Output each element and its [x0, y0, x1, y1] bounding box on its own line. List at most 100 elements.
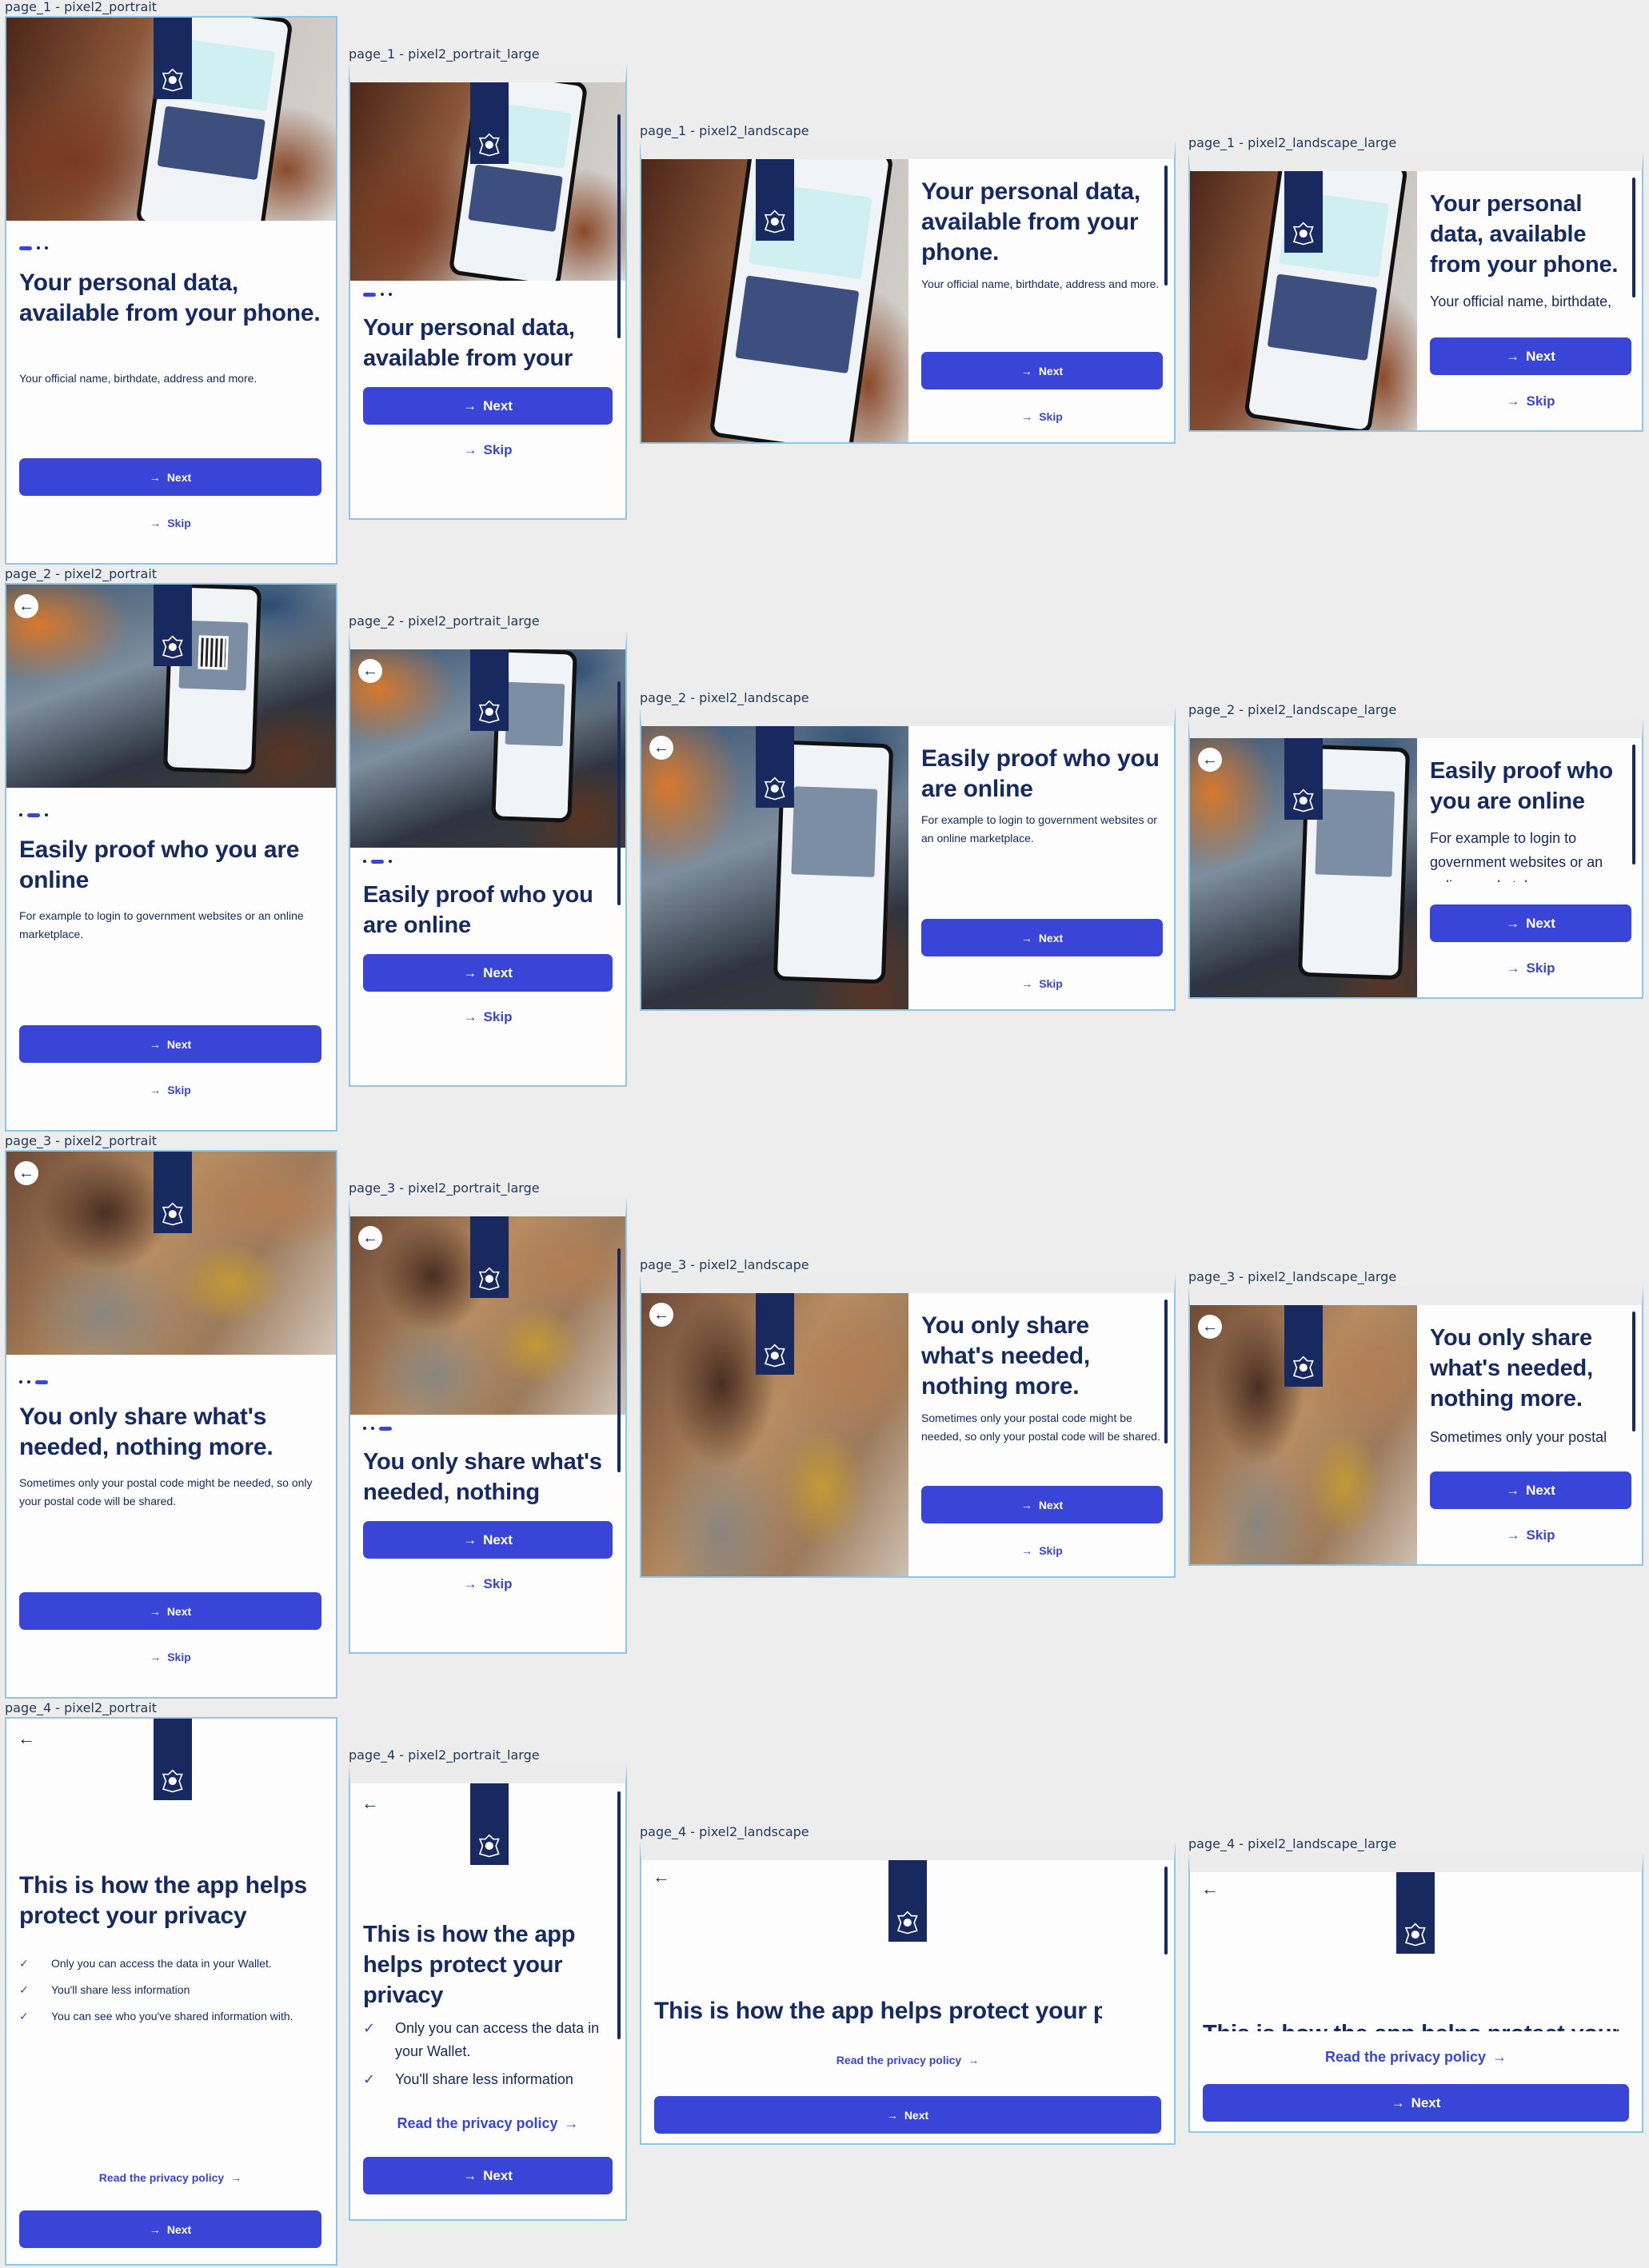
next-button-label: Next — [166, 470, 192, 484]
arrow-right-icon: → — [149, 1037, 161, 1051]
list-item-text: Only you can access the data in your Wal… — [51, 1957, 272, 1970]
skip-button[interactable]: → Skip — [1430, 952, 1631, 984]
device-screen: ← This is how the app helps protect your… — [640, 1841, 1176, 2145]
back-button[interactable]: ← — [358, 1226, 382, 1250]
scrollbar[interactable] — [1632, 1312, 1635, 1431]
next-button[interactable]: → Next — [363, 2157, 613, 2194]
scrollbar[interactable] — [1632, 178, 1635, 297]
frame-label: page_2 - pixel2_portrait — [5, 566, 158, 581]
back-button[interactable]: ← — [649, 1303, 673, 1327]
next-button[interactable]: → Next — [1430, 337, 1631, 375]
frame-page1-portrait-large: page_1 - pixel2_portrait_large Your pers… — [349, 46, 627, 520]
back-button[interactable]: ← — [1198, 748, 1222, 772]
arrow-right-icon: → — [463, 1009, 477, 1024]
next-button[interactable]: → Next — [1430, 904, 1631, 942]
scrollbar[interactable] — [617, 1248, 621, 1472]
back-button[interactable]: ← — [358, 659, 382, 683]
rijksoverheid-logo — [470, 1216, 509, 1298]
arrow-right-icon: → — [463, 1531, 477, 1547]
device-screen: ← This is how the app helps protect your… — [349, 1764, 627, 2221]
page-description: Sometimes only your postal code might be… — [921, 1412, 1160, 1443]
arrow-right-icon: → — [463, 2167, 477, 2183]
scrollbar[interactable] — [617, 681, 621, 905]
check-icon: ✓ — [363, 2071, 376, 2087]
skip-button[interactable]: → Skip — [19, 1074, 321, 1106]
back-button[interactable]: ← — [1201, 1880, 1219, 1898]
arrow-right-icon: → — [1506, 393, 1520, 409]
next-button[interactable]: → Next — [1203, 2084, 1629, 2122]
scrollbar[interactable] — [1164, 1867, 1168, 1955]
skip-button[interactable]: → Skip — [19, 1641, 321, 1673]
privacy-policy-link[interactable]: Read the privacy policy → — [1203, 2045, 1629, 2069]
scrollbar[interactable] — [617, 1791, 621, 2039]
back-button[interactable]: ← — [1198, 1315, 1222, 1339]
arrow-right-icon: → — [968, 2054, 980, 2066]
skip-button-label: Skip — [1526, 1527, 1555, 1543]
page-title: You only share what's needed, nothing mo… — [19, 1404, 274, 1460]
next-button[interactable]: → Next — [19, 1025, 321, 1063]
arrow-left-icon: ← — [653, 1867, 670, 1887]
next-button[interactable]: → Next — [19, 2210, 321, 2248]
privacy-policy-link[interactable]: Read the privacy policy → — [363, 2107, 613, 2139]
skip-button[interactable]: → Skip — [921, 968, 1163, 1000]
skip-button[interactable]: → Skip — [363, 1568, 613, 1600]
skip-button[interactable]: → Skip — [363, 1001, 613, 1033]
back-button[interactable]: ← — [14, 1161, 38, 1185]
arrow-right-icon: → — [149, 2222, 161, 2236]
page-title: This is how the app helps protect your p… — [363, 1922, 576, 2008]
scrollbar[interactable] — [1632, 745, 1635, 864]
next-button[interactable]: → Next — [921, 919, 1163, 956]
skip-button[interactable]: → Skip — [19, 507, 321, 539]
next-button-label: Next — [483, 2167, 513, 2183]
privacy-policy-link[interactable]: Read the privacy policy → — [654, 2048, 1161, 2072]
skip-button[interactable]: → Skip — [921, 401, 1163, 433]
next-button-label: Next — [166, 1037, 192, 1051]
frame-page4-portrait-large: page_4 - pixel2_portrait_large ← This is… — [349, 1747, 627, 2221]
next-button[interactable]: → Next — [19, 1592, 321, 1630]
skip-button[interactable]: → Skip — [1430, 385, 1631, 417]
back-button[interactable]: ← — [653, 1868, 670, 1886]
next-button[interactable]: → Next — [363, 387, 613, 425]
skip-button[interactable]: → Skip — [1430, 1519, 1631, 1551]
frame-page2-landscape-large: page_2 - pixel2_landscape_large ← Easily… — [1188, 702, 1643, 999]
next-button[interactable]: → Next — [363, 954, 613, 992]
next-button-label: Next — [1411, 2094, 1441, 2110]
next-button[interactable]: → Next — [1430, 1471, 1631, 1509]
next-button-label: Next — [1526, 348, 1555, 364]
page-title: Easily proof who you are online — [19, 837, 300, 893]
privacy-checklist: ✓ Only you can access the data in your Wa… — [363, 2017, 603, 2097]
back-button[interactable]: ← — [361, 1795, 379, 1812]
arrow-left-icon: ← — [361, 1793, 379, 1813]
scrollbar[interactable] — [1164, 1300, 1168, 1443]
next-button-label: Next — [1038, 364, 1064, 377]
page-indicator — [363, 1426, 392, 1431]
skip-button[interactable]: → Skip — [921, 1535, 1163, 1567]
scrollbar[interactable] — [617, 114, 621, 338]
frame-label: page_3 - pixel2_landscape_large — [1188, 1269, 1397, 1284]
device-screen: Your personal data, available from your … — [640, 140, 1176, 444]
page-title: Your personal data, available from your … — [921, 178, 1141, 266]
back-button[interactable]: ← — [14, 594, 38, 618]
page-title: This is how the app helps protect your p… — [1203, 2018, 1619, 2031]
next-button[interactable]: → Next — [654, 2096, 1161, 2134]
arrow-left-icon: ← — [18, 1164, 34, 1182]
next-button-label: Next — [904, 2108, 929, 2122]
next-button[interactable]: → Next — [19, 458, 321, 496]
frame-label: page_4 - pixel2_portrait — [5, 1700, 158, 1715]
frame-label: page_1 - pixel2_landscape_large — [1188, 135, 1397, 150]
rijksoverheid-logo — [154, 585, 192, 666]
arrow-right-icon: → — [1020, 931, 1032, 944]
next-button[interactable]: → Next — [363, 1521, 613, 1559]
arrow-right-icon: → — [564, 2114, 579, 2131]
arrow-left-icon: ← — [362, 662, 378, 680]
device-screen: ← You only share what's needed, nothing … — [349, 1197, 627, 1654]
scrollbar[interactable] — [1164, 166, 1168, 285]
skip-button[interactable]: → Skip — [363, 434, 613, 466]
back-button[interactable]: ← — [649, 736, 673, 760]
back-button[interactable]: ← — [18, 1730, 35, 1747]
next-button[interactable]: → Next — [921, 1486, 1163, 1523]
next-button[interactable]: → Next — [921, 352, 1163, 389]
privacy-policy-link[interactable]: Read the privacy policy → — [19, 2162, 321, 2194]
privacy-policy-link-label: Read the privacy policy — [1324, 2048, 1487, 2065]
list-item-text: You'll share less information — [395, 2071, 573, 2087]
